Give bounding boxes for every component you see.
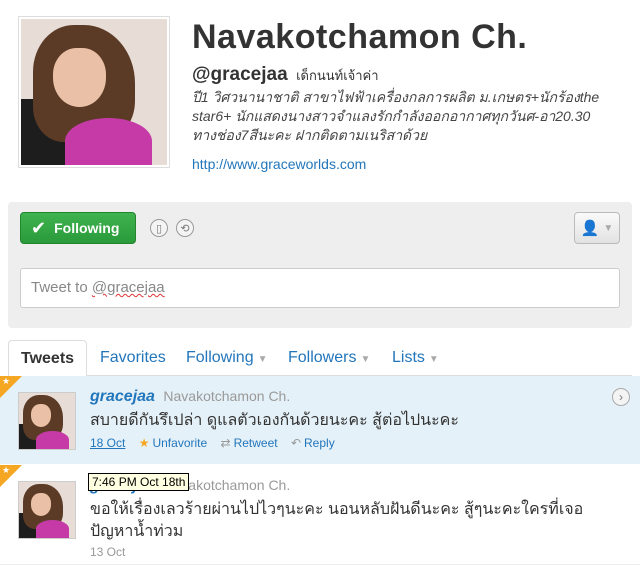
user-actions-dropdown[interactable]: 👤 ▼ — [574, 212, 620, 244]
star-icon: ★ — [138, 436, 150, 450]
tab-following[interactable]: Following ▼ — [186, 340, 268, 376]
chevron-down-icon: ▼ — [360, 354, 371, 365]
retweets-toggle-icon[interactable]: ⟲ — [176, 219, 194, 237]
tweet-timestamp-link[interactable]: 13 Oct — [90, 545, 125, 559]
tweet-to-handle: @gracejaa — [91, 279, 165, 296]
device-updates-icon[interactable]: ▯ — [150, 219, 168, 237]
profile-bio: ปี1 วิศวนานาชาติ สาขาไฟฟ้าเครื่องกลการผล… — [192, 89, 600, 143]
tweet-header: gracejaa Navakotchamon Ch. — [90, 388, 290, 406]
following-button[interactable]: ✔ Following — [20, 212, 136, 244]
profile-photo — [21, 19, 167, 165]
tweet-item[interactable]: ★ gracejaa Navakotchamon Ch. สบายดีกันรึ… — [0, 376, 640, 464]
profile-url-link[interactable]: http://www.graceworlds.com — [192, 156, 366, 172]
retweet-label: Retweet — [233, 436, 278, 450]
unfavorite-label: Unfavorite — [152, 436, 208, 450]
chevron-down-icon: ▼ — [603, 222, 614, 234]
following-button-label: Following — [54, 220, 120, 236]
profile-screen-name: @gracejaa — [192, 64, 288, 85]
profile-tabs: Tweets Favorites Following ▼ Followers ▼ L… — [8, 340, 632, 377]
profile-location: เด็กนนท์เจ้าค่า — [296, 68, 379, 83]
tweet-avatar[interactable] — [18, 392, 76, 450]
reply-icon: ↶ — [290, 436, 302, 450]
retweet-icon: ⇄ — [220, 436, 231, 450]
profile-header: Navakotchamon Ch. @gracejaa เด็กนนท์เจ้า… — [0, 0, 640, 200]
tweet-avatar[interactable] — [18, 481, 76, 539]
tweet-meta: 18 Oct ★ Unfavorite ⇄ Retweet ↶ Reply — [90, 436, 335, 450]
chevron-down-icon: ▼ — [257, 354, 268, 365]
tab-followers[interactable]: Followers ▼ — [288, 340, 370, 376]
tweet-meta: 13 Oct — [90, 545, 125, 559]
profile-full-name: Navakotchamon Ch. — [192, 18, 528, 56]
tab-lists-label: Lists — [392, 349, 425, 366]
tweet-username[interactable]: gracejaa — [90, 388, 155, 405]
checkmark-icon: ✔ — [31, 217, 47, 238]
profile-screen-row: @gracejaa เด็กนนท์เจ้าค่า — [192, 64, 379, 86]
reply-label: Reply — [304, 436, 335, 450]
tab-tweets[interactable]: Tweets — [8, 340, 88, 377]
tweet-text: ขอให้เรื่องเลวร้ายผ่านไปไวๆนะคะ นอนหลับฝ… — [90, 501, 584, 540]
reply-action[interactable]: ↶ Reply — [291, 436, 335, 450]
retweet-action[interactable]: ⇄ Retweet — [221, 436, 278, 450]
tweet-fullname: Navakotchamon Ch. — [163, 388, 291, 404]
expand-arrow-icon[interactable]: › — [612, 388, 630, 406]
person-icon: 👤 — [580, 220, 600, 237]
tab-followers-label: Followers — [288, 349, 357, 366]
tweet-to-prefix: Tweet to — [31, 279, 92, 296]
tweet-to-input[interactable]: Tweet to @gracejaa — [20, 268, 620, 308]
action-bar: ✔ Following ▯ ⟲ 👤 ▼ Tweet to @gracejaa — [8, 202, 632, 328]
tab-lists[interactable]: Lists ▼ — [392, 340, 439, 376]
tweet-text: สบายดีกันรึเปล่า ดูแลตัวเองกันด้วยนะคะ ส… — [90, 412, 459, 429]
unfavorite-action[interactable]: ★ Unfavorite — [139, 436, 207, 450]
timestamp-tooltip: 7:46 PM Oct 18th — [88, 473, 190, 491]
chevron-down-icon: ▼ — [428, 354, 439, 365]
tab-favorites[interactable]: Favorites — [100, 340, 166, 376]
tab-following-label: Following — [186, 349, 254, 366]
tweet-timestamp-link[interactable]: 18 Oct — [90, 436, 125, 450]
profile-avatar[interactable] — [18, 16, 170, 168]
